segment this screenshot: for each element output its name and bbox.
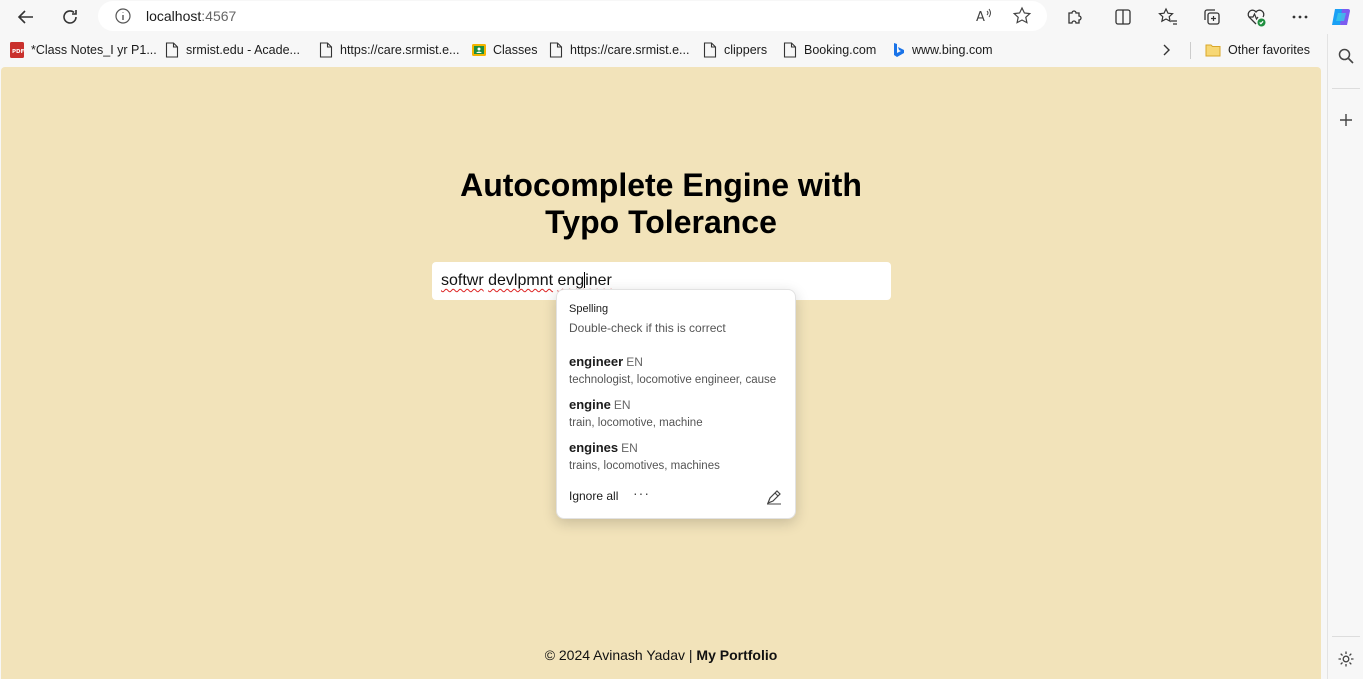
edge-sidebar: [1327, 34, 1363, 679]
sidebar-divider: [1332, 636, 1360, 637]
popup-heading: Spelling: [569, 303, 609, 315]
back-arrow-icon: [17, 10, 33, 24]
bookmark-item[interactable]: www.bing.com: [891, 41, 993, 59]
bookmark-item[interactable]: https://care.srmist.e...: [549, 41, 689, 59]
copilot-icon: [1332, 9, 1350, 25]
bookmark-item[interactable]: https://care.srmist.e...: [319, 41, 459, 59]
search-icon: [1338, 48, 1354, 64]
bookmarks-overflow-button[interactable]: [1159, 41, 1173, 59]
page-icon: [783, 42, 797, 58]
sidebar-search-button[interactable]: [1334, 44, 1358, 68]
spelling-suggestions-popup: Spelling Double-check if this is correct…: [556, 289, 796, 519]
copilot-button[interactable]: [1328, 4, 1354, 30]
page-icon: [549, 42, 563, 58]
split-screen-icon: [1115, 9, 1131, 25]
misspelled-word: enginer: [557, 272, 612, 289]
sidebar-settings-button[interactable]: [1334, 647, 1358, 671]
suggestion-item[interactable]: engine EN train, locomotive, machine: [569, 396, 791, 429]
misspelled-word: softwr: [441, 272, 484, 289]
back-button[interactable]: [12, 3, 40, 31]
gear-icon: [1338, 651, 1354, 667]
suggestion-item[interactable]: engineer EN technologist, locomotive engi…: [569, 353, 791, 386]
extensions-button[interactable]: [1062, 4, 1088, 30]
chevron-right-icon: [1163, 44, 1170, 56]
heart-pulse-icon: [1247, 9, 1266, 27]
url-text: localhost:4567: [146, 8, 237, 24]
folder-icon: [1205, 44, 1221, 57]
bookmark-item[interactable]: Booking.com: [783, 41, 876, 59]
browser-toolbar: localhost:4567 A: [0, 0, 1363, 34]
refresh-button[interactable]: [56, 3, 84, 31]
other-favorites-folder[interactable]: Other favorites: [1205, 41, 1310, 59]
site-info-icon[interactable]: [114, 7, 132, 25]
pdf-icon: PDF: [10, 42, 24, 58]
classroom-icon: [472, 44, 486, 56]
page-icon: [165, 42, 179, 58]
more-dots-icon: [1292, 15, 1308, 19]
page-icon: [703, 42, 717, 58]
misspelled-word: devlpmnt: [488, 272, 554, 289]
sidebar-add-button[interactable]: [1334, 108, 1358, 132]
bookmarks-bar: PDF *Class Notes_I yr P1... srmist.edu -…: [0, 34, 1363, 66]
address-bar[interactable]: localhost:4567 A: [98, 1, 1047, 31]
browser-essentials-button[interactable]: [1243, 4, 1269, 30]
plus-icon: [1340, 114, 1352, 126]
more-options-button[interactable]: ···: [633, 485, 650, 501]
favorites-list-icon: [1158, 7, 1177, 25]
suggestion-item[interactable]: engines EN trains, locomotives, machines: [569, 439, 791, 472]
collections-icon: [1204, 9, 1220, 25]
read-aloud-icon[interactable]: A: [974, 6, 994, 26]
popup-subheading: Double-check if this is correct: [569, 321, 726, 335]
favorites-button[interactable]: [1155, 4, 1181, 30]
bookmark-item[interactable]: clippers: [703, 41, 767, 59]
bookmark-item[interactable]: srmist.edu - Acade...: [165, 41, 300, 59]
bookmarks-divider: [1190, 42, 1191, 59]
page-footer: © 2024 Avinash Yadav | My Portfolio: [544, 647, 778, 663]
svg-text:PDF: PDF: [12, 49, 24, 55]
page-icon: [319, 42, 333, 58]
collections-button[interactable]: [1199, 4, 1225, 30]
split-screen-button[interactable]: [1110, 4, 1136, 30]
bookmark-item[interactable]: PDF *Class Notes_I yr P1...: [10, 41, 157, 59]
svg-text:A: A: [976, 10, 985, 25]
editor-pen-icon[interactable]: [765, 488, 783, 506]
sidebar-divider: [1332, 88, 1360, 89]
page-title: Autocomplete Engine with Typo Tolerance: [460, 167, 862, 240]
settings-menu-button[interactable]: [1287, 4, 1313, 30]
portfolio-link[interactable]: My Portfolio: [696, 647, 777, 663]
ignore-all-button[interactable]: Ignore all: [569, 489, 618, 503]
bing-icon: [894, 43, 904, 57]
refresh-icon: [63, 10, 77, 24]
puzzle-icon: [1068, 10, 1082, 24]
favorite-star-icon[interactable]: [1012, 6, 1032, 26]
bookmark-item[interactable]: Classes: [472, 41, 537, 59]
